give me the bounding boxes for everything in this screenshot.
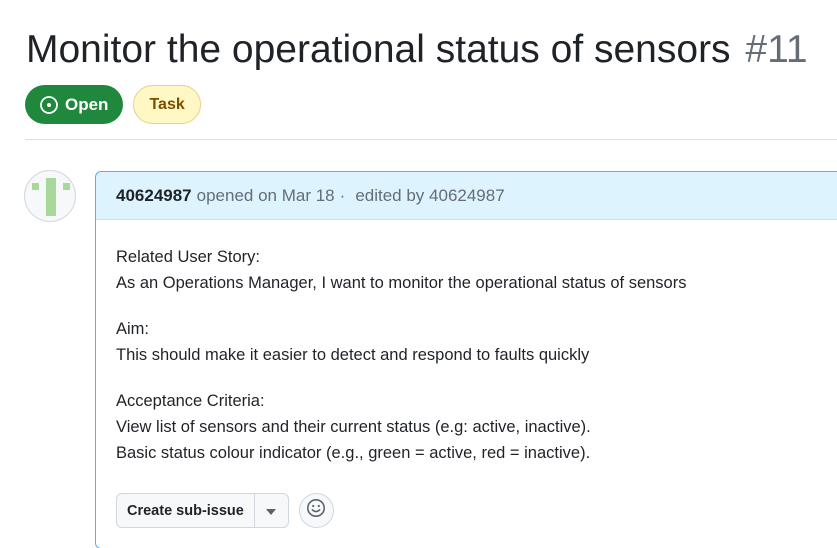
state-badge-open[interactable]: Open <box>25 85 124 124</box>
triangle-down-icon <box>266 502 277 520</box>
comment-header: 40624987 opened on Mar 18 · edited by 40… <box>96 172 837 220</box>
avatar[interactable] <box>24 170 76 222</box>
comment-actions: Create sub-issue <box>116 493 334 528</box>
acceptance-criteria-line: Basic status colour indicator (e.g., gre… <box>116 444 591 462</box>
aim-section: Aim: This should make it easier to detec… <box>116 316 835 368</box>
comment-body: Related User Story: As an Operations Man… <box>96 220 837 466</box>
acceptance-criteria-heading: Acceptance Criteria: <box>116 392 265 410</box>
acceptance-criteria-line: View list of sensors and their current s… <box>116 418 591 436</box>
identicon-icon <box>32 178 70 216</box>
issue-number: #11 <box>745 28 808 71</box>
acceptance-criteria-section: Acceptance Criteria: View list of sensor… <box>116 388 835 466</box>
issue-badges: Open Task <box>25 85 201 124</box>
issue-opened-icon <box>39 95 59 115</box>
add-reaction-button[interactable] <box>298 493 334 528</box>
header-divider <box>25 139 837 140</box>
comment-separator: · <box>339 185 346 205</box>
user-story-heading: Related User Story: <box>116 248 260 266</box>
aim-text: This should make it easier to detect and… <box>116 346 590 364</box>
issue-page: Monitor the operational status of sensor… <box>0 0 837 548</box>
smiley-icon <box>306 498 326 523</box>
user-story-section: Related User Story: As an Operations Man… <box>116 244 835 296</box>
issue-type-badge[interactable]: Task <box>133 85 201 124</box>
state-label: Open <box>65 94 109 114</box>
create-sub-issue-split-button: Create sub-issue <box>116 493 289 528</box>
issue-title-text: Monitor the operational status of sensor… <box>26 28 731 71</box>
issue-body-comment: 40624987 opened on Mar 18 · edited by 40… <box>95 171 837 548</box>
issue-title: Monitor the operational status of sensor… <box>26 26 808 74</box>
user-story-text: As an Operations Manager, I want to moni… <box>116 274 687 292</box>
create-sub-issue-button[interactable]: Create sub-issue <box>117 494 255 527</box>
comment-edited-link[interactable]: edited by 40624987 <box>355 186 504 206</box>
create-sub-issue-menu-button[interactable] <box>255 494 288 527</box>
comment-opened-text: opened on Mar 18 <box>196 185 335 205</box>
aim-heading: Aim: <box>116 320 149 338</box>
comment-author[interactable]: 40624987 <box>116 186 192 206</box>
